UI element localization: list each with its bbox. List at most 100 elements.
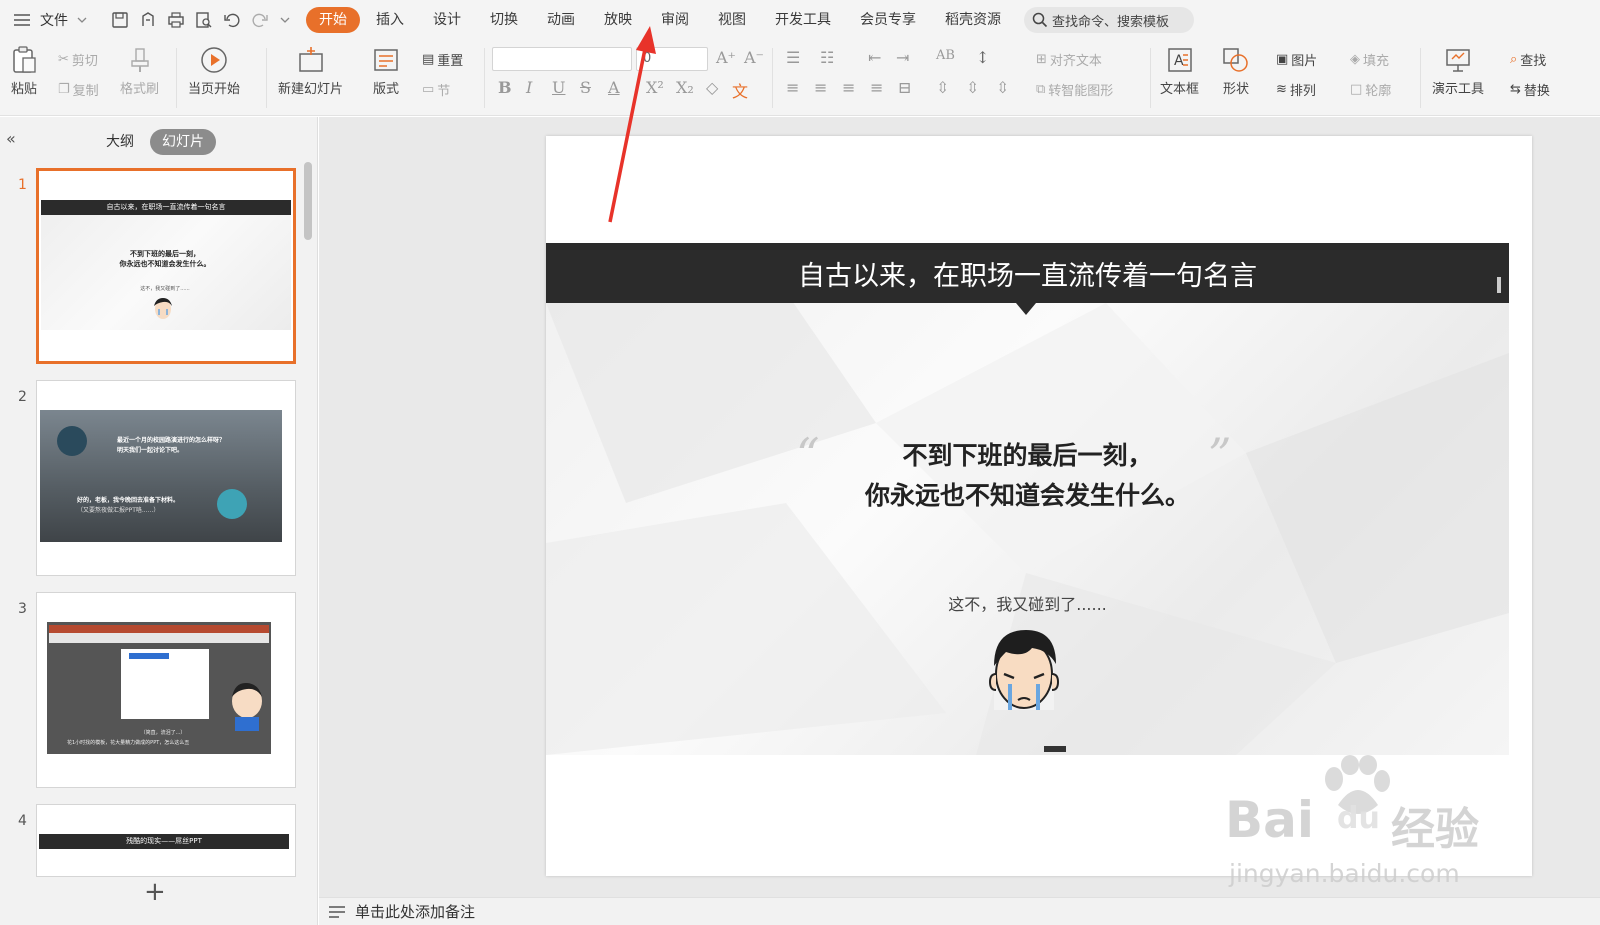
column-icon[interactable]: ⇳ (966, 78, 979, 97)
section-icon: ▭ (422, 82, 435, 97)
slide-thumbnail-3[interactable]: （简直，流泪了...） 花1小时找的模板，花大量精力做成的PPT，怎么这么丑 (36, 592, 296, 788)
reset-button[interactable]: ▤ 重置 (422, 50, 463, 69)
paragraph-spacing-icon[interactable]: ⇳ (936, 78, 949, 97)
new-slide-button[interactable]: 新建幻灯片 (278, 46, 343, 97)
font-color-icon[interactable]: A (608, 78, 620, 97)
slide-number: 2 (18, 389, 27, 405)
subscript-icon[interactable]: X₂ (676, 78, 694, 97)
shape-button[interactable]: 形状 (1222, 46, 1250, 97)
align-center-icon[interactable]: ≡ (814, 78, 827, 97)
align-right-icon[interactable]: ≡ (842, 78, 855, 97)
slide-title-banner[interactable]: 自古以来，在职场一直流传着一句名言 (546, 243, 1509, 303)
tab-4[interactable]: 动画 (534, 7, 588, 33)
tab-9[interactable]: 会员专享 (847, 7, 929, 33)
tab-5[interactable]: 放映 (591, 7, 645, 33)
grow-font-icon[interactable]: A⁺ (716, 48, 736, 67)
italic-icon[interactable]: I (526, 78, 532, 97)
presenter-icon (1444, 46, 1472, 74)
redo-icon[interactable] (250, 10, 270, 30)
current-slide-canvas[interactable]: 自古以来，在职场一直流传着一句名言 “ ” 不到下班的最后一刻， 你永远也不知道… (546, 136, 1532, 876)
print-preview-icon[interactable] (194, 10, 214, 30)
shrink-font-icon[interactable]: A⁻ (744, 48, 764, 67)
brush-icon (126, 46, 154, 74)
slide-editing-area: 自古以来，在职场一直流传着一句名言 “ ” 不到下班的最后一刻， 你永远也不知道… (319, 117, 1600, 897)
play-icon (200, 46, 228, 74)
superscript-icon[interactable]: X² (646, 78, 664, 97)
replace-icon: ⇆ (1510, 82, 1521, 97)
tab-7[interactable]: 视图 (705, 7, 759, 33)
text-direction-icon[interactable]: AB (936, 48, 955, 63)
paste-button[interactable]: 粘贴 (10, 46, 38, 97)
outline-icon: □ (1350, 82, 1363, 97)
textbox-button[interactable]: A 文本框 (1160, 46, 1199, 97)
line-spacing-options-icon[interactable]: ⇳ (996, 78, 1009, 97)
bullet-list-icon[interactable]: ☰ (786, 48, 800, 67)
file-menu[interactable]: 文件 (40, 10, 68, 30)
presenter-tools-button[interactable]: 演示工具 (1432, 46, 1484, 97)
quote-line-2[interactable]: 你永远也不知道会发生什么。 (546, 476, 1509, 512)
underline-icon[interactable]: U (552, 78, 565, 97)
slide-thumbnail-4[interactable]: 残酷的现实——屌丝PPT (36, 804, 296, 877)
arrange-button[interactable]: ≋ 排列 (1276, 80, 1316, 99)
bold-icon[interactable]: B (498, 78, 512, 97)
outline-button[interactable]: □ 轮廓 (1350, 80, 1391, 99)
ribbon-divider (1420, 48, 1421, 108)
convert-smartart-button[interactable]: ⧉ 转智能图形 (1036, 80, 1113, 99)
format-painter-button[interactable]: 格式刷 (120, 46, 159, 97)
find-button[interactable]: ⌕ 查找 (1510, 50, 1546, 69)
tab-6[interactable]: 审阅 (648, 7, 702, 33)
justify-icon[interactable]: ≡ (870, 78, 883, 97)
picture-button[interactable]: ▣ 图片 (1276, 50, 1317, 69)
align-text-button[interactable]: ⊞ 对齐文本 (1036, 50, 1102, 69)
strikethrough-icon[interactable]: S (580, 78, 591, 97)
collapse-panel-icon[interactable]: « (6, 129, 16, 148)
tab-1[interactable]: 插入 (363, 7, 417, 33)
hamburger-menu-icon[interactable] (12, 10, 32, 30)
section-button[interactable]: ▭ 节 (422, 80, 450, 99)
quote-line-1[interactable]: 不到下班的最后一刻， (546, 436, 1509, 472)
crying-character-icon[interactable] (984, 626, 1064, 721)
slide-thumbnail-2[interactable]: 最近一个月的校园路演进行的怎么样呀？ 明天我们一起讨论下吧。 好的，老板，我今晚… (36, 380, 296, 576)
slide-thumbnail-1[interactable]: 自古以来，在职场一直流传着一句名言 不到下班的最后一刻， 你永远也不知道会发生什… (36, 168, 296, 364)
tab-10[interactable]: 稻壳资源 (932, 7, 1014, 33)
chevron-down-icon[interactable] (76, 10, 88, 30)
save-icon[interactable] (110, 10, 130, 30)
decrease-indent-icon[interactable]: ⇤ (868, 48, 881, 67)
panel-scrollbar[interactable] (304, 162, 312, 240)
layout-button[interactable]: 版式 (372, 46, 400, 97)
numbered-list-icon[interactable]: ☷ (820, 48, 834, 67)
slide-caption[interactable]: 这不，我又碰到了...... (546, 591, 1509, 615)
line-spacing-icon[interactable]: ↕ (976, 48, 989, 67)
replace-button[interactable]: ⇆ 替换 (1510, 80, 1550, 99)
copy-button[interactable]: ❐ 复制 (58, 80, 99, 99)
font-name-dropdown[interactable] (492, 47, 632, 71)
fill-button[interactable]: ◈ 填充 (1350, 50, 1389, 69)
eraser-icon[interactable]: ◇ (706, 78, 718, 97)
tab-8[interactable]: 开发工具 (762, 7, 844, 33)
tab-0[interactable]: 开始 (306, 7, 360, 33)
tab-3[interactable]: 切换 (477, 7, 531, 33)
tab-2[interactable]: 设计 (420, 7, 474, 33)
align-text-icon: ⊞ (1036, 52, 1047, 67)
character-icon (232, 682, 262, 731)
print-icon[interactable] (166, 10, 186, 30)
align-left-icon[interactable]: ≡ (786, 78, 799, 97)
banner-pointer (1016, 303, 1036, 315)
svg-text:A: A (1174, 53, 1184, 69)
tab-slides[interactable]: 幻灯片 (150, 129, 216, 155)
font-size-dropdown[interactable]: 0 (636, 47, 708, 71)
notes-bar[interactable]: 单击此处添加备注 (319, 897, 1600, 925)
cut-button[interactable]: ✂ 剪切 (58, 50, 98, 69)
workspace-scroll-handle[interactable] (1497, 277, 1501, 293)
command-search-box[interactable]: 查找命令、搜索模板 (1024, 7, 1194, 33)
phonetic-guide-icon[interactable]: 文 (732, 78, 748, 102)
distribute-icon[interactable]: ⊟ (898, 78, 911, 97)
increase-indent-icon[interactable]: ⇥ (896, 48, 909, 67)
play-from-current-button[interactable]: 当页开始 (188, 46, 240, 97)
add-slide-icon[interactable]: + (144, 877, 166, 907)
tab-outline[interactable]: 大纲 (94, 129, 146, 155)
customize-quick-access-icon[interactable] (278, 10, 292, 30)
export-icon[interactable] (138, 10, 158, 30)
undo-icon[interactable] (222, 10, 242, 30)
ribbon-divider (484, 48, 485, 108)
